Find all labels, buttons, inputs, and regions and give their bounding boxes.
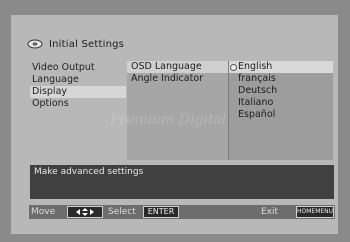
menu-item-display[interactable]: Display [30,86,126,98]
move-label: Move [31,207,56,217]
options-panel: English français Deutsch Italiano Españo… [228,61,333,160]
exit-label: Exit [261,207,279,217]
option-english[interactable]: English [229,61,333,73]
tv-frame: Initial Settings Video Output Language D… [0,0,350,242]
main-menu: Video Output Language Display Options [30,62,126,110]
homemenu-key: HOMEMENU [296,206,334,218]
disc-icon [27,39,43,49]
submenu-item-osd-language[interactable]: OSD Language [127,61,229,73]
help-box: Make advanced settings [30,165,334,199]
watermark-text: Premium Digital [110,112,227,128]
radio-selected-icon [230,64,237,71]
option-label: English [238,61,273,72]
option-espanol[interactable]: Español [229,109,333,121]
submenu-panel: OSD Language Angle Indicator [127,61,229,160]
arrows-key [67,206,103,218]
arrows-icon [76,208,94,216]
option-francais[interactable]: français [229,73,333,85]
menu-item-video-output[interactable]: Video Output [30,62,125,74]
footer-bar: Move Select ENTER Exit HOMEMENU [29,205,335,219]
select-label: Select [108,207,136,217]
submenu-item-angle-indicator[interactable]: Angle Indicator [127,73,229,85]
option-deutsch[interactable]: Deutsch [229,85,333,97]
menu-item-language[interactable]: Language [30,74,125,86]
enter-key: ENTER [143,206,179,218]
menu-item-options[interactable]: Options [30,98,125,110]
option-italiano[interactable]: Italiano [229,97,333,109]
help-text: Make advanced settings [34,167,144,177]
page-title: Initial Settings [49,38,125,50]
title-row: Initial Settings [27,36,124,52]
